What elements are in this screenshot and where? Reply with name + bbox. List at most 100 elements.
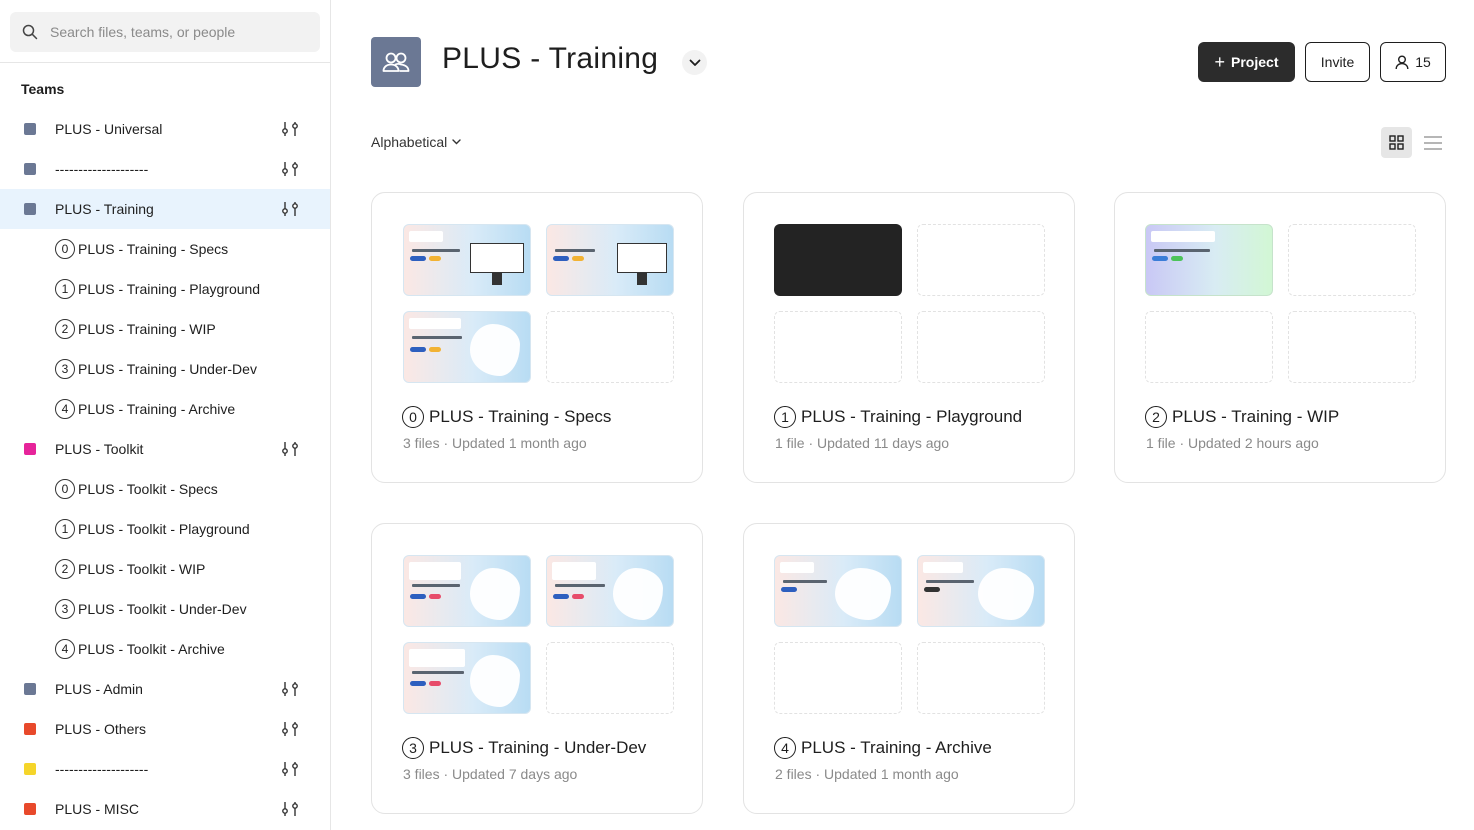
sidebar-team-item[interactable]: PLUS - Admin — [0, 669, 330, 709]
project-name: PLUS - Training - Playground — [801, 407, 1023, 426]
team-settings-icon[interactable] — [281, 761, 299, 777]
project-title: 1 PLUS - Training - Playground — [774, 406, 1022, 428]
sidebar-project-item[interactable]: 1 PLUS - Training - Playground — [0, 269, 330, 309]
sidebar-project-item[interactable]: 4 PLUS - Toolkit - Archive — [0, 629, 330, 669]
search-icon — [22, 24, 38, 40]
project-title: 3 PLUS - Training - Under-Dev — [402, 737, 646, 759]
sidebar-project-item[interactable]: 2 PLUS - Toolkit - WIP — [0, 549, 330, 589]
team-settings-icon[interactable] — [281, 681, 299, 697]
empty-thumbnail — [917, 642, 1045, 714]
project-number-badge: 1 — [55, 519, 75, 539]
members-count: 15 — [1415, 54, 1431, 70]
sidebar-item-label: PLUS - Training - Under-Dev — [78, 361, 257, 377]
sidebar-project-item[interactable]: 1 PLUS - Toolkit - Playground — [0, 509, 330, 549]
invite-button[interactable]: Invite — [1305, 42, 1370, 82]
team-users-icon — [382, 52, 410, 72]
team-settings-icon[interactable] — [281, 161, 299, 177]
project-number-badge: 1 — [774, 406, 796, 428]
project-card[interactable]: 2 PLUS - Training - WIP 1 file · Updated… — [1114, 192, 1446, 483]
grid-view-button[interactable] — [1381, 127, 1412, 158]
project-number-badge: 0 — [55, 479, 75, 499]
file-thumbnail[interactable] — [917, 555, 1045, 627]
team-settings-icon[interactable] — [281, 201, 299, 217]
sidebar-project-item[interactable]: 0 PLUS - Toolkit - Specs — [0, 469, 330, 509]
empty-thumbnail — [546, 311, 674, 383]
empty-thumbnail — [917, 311, 1045, 383]
team-color-swatch — [24, 723, 36, 735]
project-number-badge: 2 — [55, 319, 75, 339]
sidebar-team-item[interactable]: PLUS - Toolkit — [0, 429, 330, 469]
sidebar-team-item[interactable]: -------------------- — [0, 149, 330, 189]
sidebar-team-item[interactable]: -------------------- — [0, 749, 330, 789]
project-number-badge: 3 — [55, 599, 75, 619]
team-color-swatch — [24, 203, 36, 215]
sort-dropdown[interactable]: Alphabetical — [371, 134, 461, 150]
new-project-button[interactable]: + Project — [1198, 42, 1295, 82]
file-thumbnail[interactable] — [403, 555, 531, 627]
team-settings-icon[interactable] — [281, 801, 299, 817]
sidebar-team-item[interactable]: PLUS - MISC — [0, 789, 330, 829]
project-number-badge: 4 — [55, 399, 75, 419]
team-color-swatch — [24, 443, 36, 455]
file-thumbnail[interactable] — [403, 642, 531, 714]
project-meta: 3 files · Updated 7 days ago — [403, 766, 578, 782]
sidebar-project-item[interactable]: 3 PLUS - Training - Under-Dev — [0, 349, 330, 389]
team-settings-icon[interactable] — [281, 721, 299, 737]
team-settings-icon[interactable] — [281, 121, 299, 137]
project-number-badge: 2 — [55, 559, 75, 579]
team-color-swatch — [24, 683, 36, 695]
project-number-badge: 2 — [1145, 406, 1167, 428]
team-color-swatch — [24, 763, 36, 775]
chevron-down-icon — [689, 59, 700, 66]
members-button[interactable]: 15 — [1380, 42, 1446, 82]
chevron-down-icon — [452, 139, 461, 145]
project-meta: 3 files · Updated 1 month ago — [403, 435, 587, 451]
file-thumbnail[interactable] — [546, 555, 674, 627]
search-bar[interactable] — [10, 12, 320, 52]
project-number-badge: 4 — [774, 737, 796, 759]
file-thumbnail[interactable] — [1145, 224, 1273, 296]
plus-icon: + — [1214, 52, 1226, 72]
file-thumbnail[interactable] — [774, 224, 902, 296]
project-number-badge: 0 — [402, 406, 424, 428]
teams-heading: Teams — [21, 81, 65, 97]
project-card[interactable]: 3 PLUS - Training - Under-Dev 3 files · … — [371, 523, 703, 814]
teams-nav: PLUS - Universal -------------------- PLUS… — [0, 109, 330, 829]
search-input[interactable] — [50, 24, 290, 40]
sidebar-team-item[interactable]: PLUS - Others — [0, 709, 330, 749]
sidebar-item-label: PLUS - MISC — [55, 801, 140, 817]
sidebar-project-item[interactable]: 3 PLUS - Toolkit - Under-Dev — [0, 589, 330, 629]
list-view-button[interactable] — [1420, 127, 1446, 158]
file-thumbnail[interactable] — [403, 224, 531, 296]
sidebar-item-label: -------------------- — [55, 761, 149, 777]
team-menu-button[interactable] — [682, 50, 707, 75]
sidebar-project-item[interactable]: 2 PLUS - Training - WIP — [0, 309, 330, 349]
sidebar-item-label: PLUS - Others — [55, 721, 147, 737]
sidebar-team-item[interactable]: PLUS - Universal — [0, 109, 330, 149]
sidebar-project-item[interactable]: 0 PLUS - Training - Specs — [0, 229, 330, 269]
file-thumbnail[interactable] — [546, 224, 674, 296]
sort-label: Alphabetical — [371, 134, 448, 150]
file-thumbnail[interactable] — [774, 555, 902, 627]
empty-thumbnail — [1288, 311, 1416, 383]
project-name: PLUS - Training - Under-Dev — [429, 738, 647, 757]
team-color-swatch — [24, 163, 36, 175]
project-card[interactable]: 0 PLUS - Training - Specs 3 files · Upda… — [371, 192, 703, 483]
project-card[interactable]: 4 PLUS - Training - Archive 2 files · Up… — [743, 523, 1075, 814]
sidebar-item-label: PLUS - Training - Archive — [78, 401, 236, 417]
sidebar-item-label: PLUS - Training - Playground — [78, 281, 261, 297]
sidebar-item-label: PLUS - Toolkit - Playground — [78, 521, 250, 537]
team-avatar — [371, 37, 421, 87]
sidebar-project-item[interactable]: 4 PLUS - Training - Archive — [0, 389, 330, 429]
page-title: PLUS - Training — [442, 42, 659, 75]
empty-thumbnail — [774, 311, 902, 383]
sidebar: Teams PLUS - Universal ------------------… — [0, 0, 331, 830]
project-card[interactable]: 1 PLUS - Training - Playground 1 file · … — [743, 192, 1075, 483]
invite-label: Invite — [1320, 54, 1355, 70]
file-thumbnail[interactable] — [403, 311, 531, 383]
sidebar-item-label: PLUS - Training — [55, 201, 154, 217]
grid-icon — [1389, 135, 1404, 150]
user-icon — [1395, 55, 1409, 69]
team-settings-icon[interactable] — [281, 441, 299, 457]
sidebar-team-item[interactable]: PLUS - Training — [0, 189, 330, 229]
